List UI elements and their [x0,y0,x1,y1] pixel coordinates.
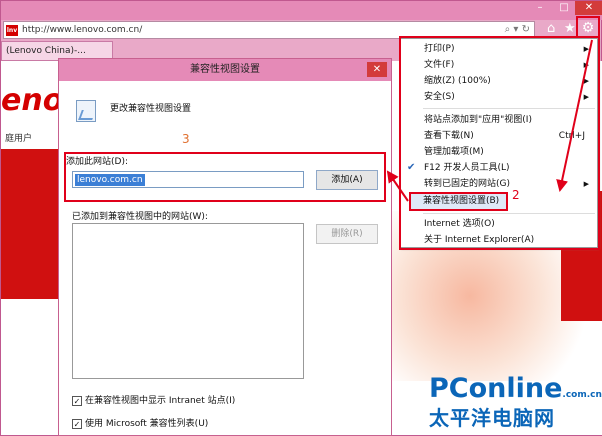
arrow-menu-to-dialog [386,170,409,202]
arrow-gear-to-menu [556,39,593,192]
annotation-arrows [386,39,593,202]
